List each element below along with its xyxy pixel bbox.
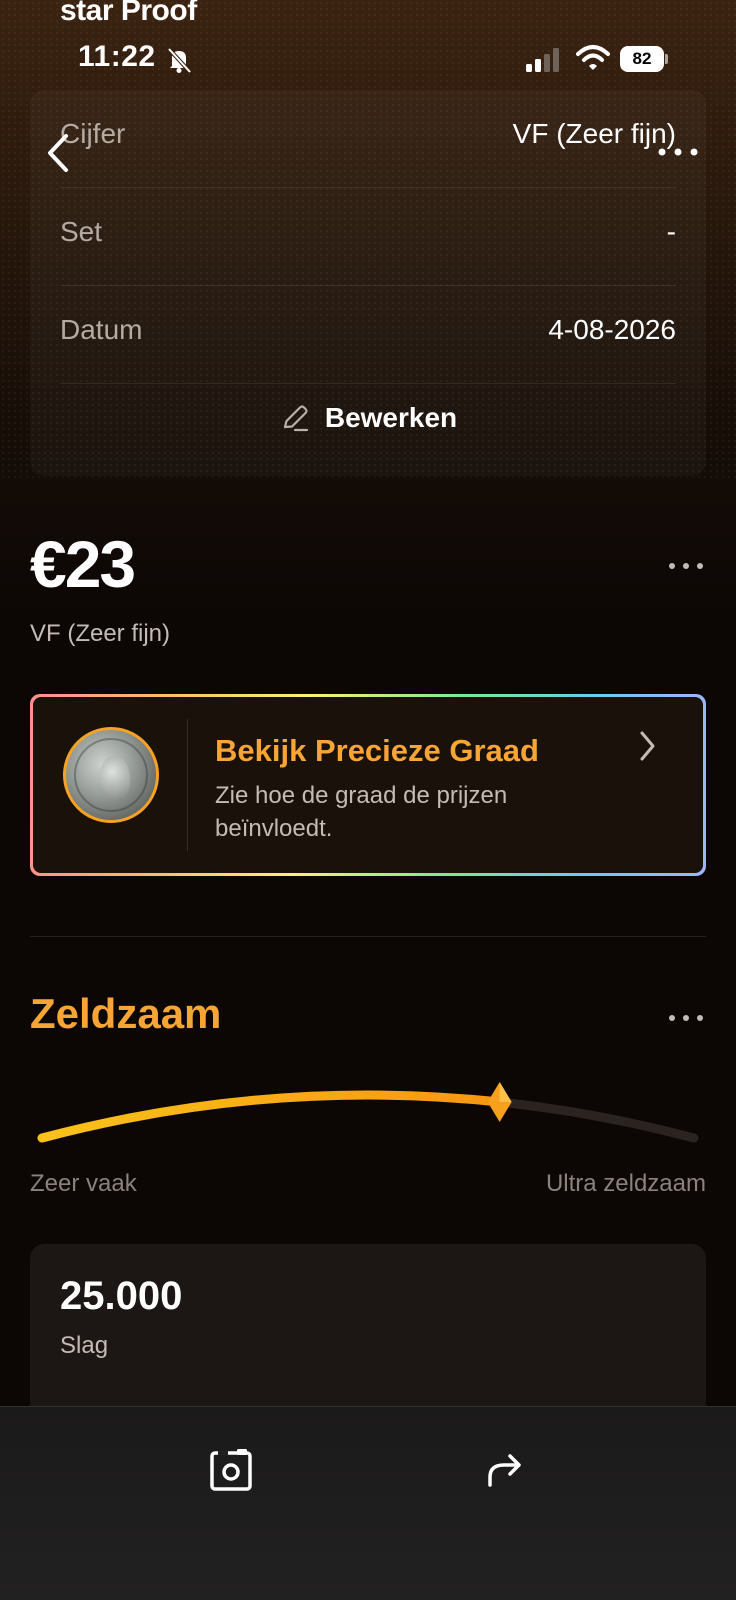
share-arrow-icon[interactable] (482, 1447, 528, 1491)
grade-card[interactable]: Bekijk Precieze Graad Zie hoe de graad d… (30, 694, 706, 876)
battery-cap (665, 54, 668, 64)
edit-button[interactable]: Bewerken (30, 388, 706, 448)
chevron-left-icon[interactable] (44, 130, 74, 176)
bottom-toolbar (0, 1406, 736, 1600)
edit-label: Bewerken (324, 402, 458, 433)
grade-card-title: Bekijk Precieze Graad (215, 733, 539, 768)
details-card: Cijfer VF (Zeer fijn) Set - Datum 4-08-2… (30, 90, 706, 476)
detail-row-date: Datum 4-08-2026 (60, 286, 676, 384)
rarity-meter (37, 1082, 699, 1143)
bell-slash-icon (167, 47, 192, 74)
rarity-max-label: Ultra zeldzaam (545, 1170, 706, 1197)
battery-level: 82 (620, 46, 664, 72)
grade-card-description: Zie hoe de graad de prijzen beïnvloedt. (215, 782, 508, 842)
cellular-signal-icon (526, 48, 559, 72)
rarity-marker (487, 1082, 512, 1123)
app-title: star Proof (60, 0, 197, 27)
section-divider (30, 936, 706, 937)
mintage-label: Slag (60, 1332, 109, 1359)
coin-rim (74, 738, 148, 812)
status-time: 11:22 (78, 40, 156, 73)
divider (187, 719, 188, 851)
pencil-icon (283, 405, 308, 432)
more-options-icon[interactable] (666, 1006, 706, 1030)
price-value: €23 (30, 527, 136, 601)
price-grade: VF (Zeer fijn) (30, 620, 171, 647)
camera-icon[interactable] (206, 1445, 256, 1495)
wifi-icon (576, 45, 610, 70)
detail-row-grade: Cijfer VF (Zeer fijn) (60, 90, 676, 188)
mintage-value: 25.000 (60, 1274, 183, 1318)
grade-card-body: Bekijk Precieze Graad Zie hoe de graad d… (33, 697, 703, 873)
rarity-min-label: Zeer vaak (30, 1170, 137, 1197)
detail-label: Set (60, 216, 103, 247)
detail-label: Datum (60, 314, 143, 345)
coin-portrait (100, 756, 130, 800)
detail-value: - (666, 216, 676, 247)
chevron-right-icon (640, 731, 655, 761)
more-options-icon[interactable] (666, 554, 706, 578)
detail-row-set: Set - (60, 188, 676, 286)
more-options-icon[interactable] (656, 140, 700, 164)
battery-indicator: 82 (620, 46, 668, 72)
coin-thumbnail (63, 727, 159, 823)
detail-value: 4-08-2026 (548, 314, 676, 345)
detail-value: VF (Zeer fijn) (512, 118, 676, 149)
rarity-title: Zeldzaam (30, 990, 222, 1037)
